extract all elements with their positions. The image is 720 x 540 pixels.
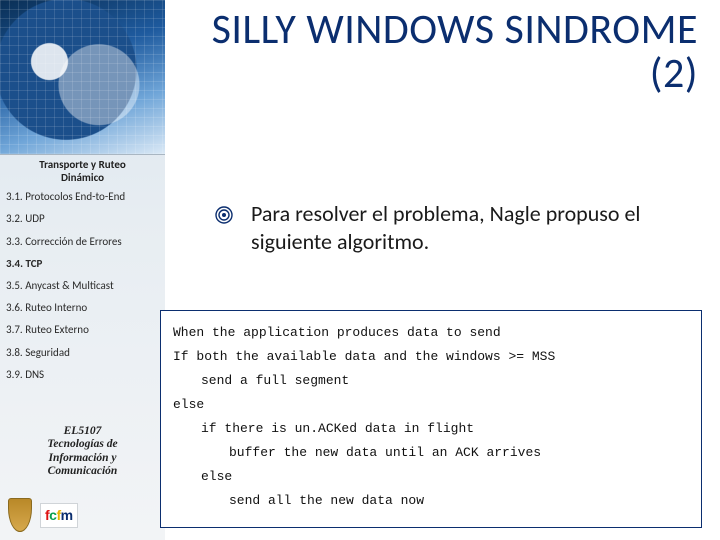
sidebar-item-3-9: 3.9. DNS [6, 368, 159, 381]
sidebar-header: Transporte y Ruteo Dinámico [6, 159, 159, 184]
algorithm-box: When the application produces data to se… [160, 310, 702, 528]
sidebar-item-3-1: 3.1. Protocolos End-to-End [6, 190, 159, 203]
code-line: send a full segment [173, 369, 689, 393]
sidebar-item-3-7: 3.7. Ruteo Externo [6, 323, 159, 336]
code-line: else [173, 465, 689, 489]
course-title: EL5107 Tecnologías de Información y Comu… [0, 425, 165, 478]
title-line2: (2) [205, 52, 698, 96]
code-line: else [173, 393, 689, 417]
sidebar-item-3-5: 3.5. Anycast & Multicast [6, 279, 159, 292]
code-line: if there is un.ACKed data in flight [173, 417, 689, 441]
bullet-text: Para resolver el problema, Nagle propuso… [251, 200, 700, 255]
code-line: If both the available data and the windo… [173, 345, 689, 369]
title-line1: SILLY WINDOWS SINDROME [212, 4, 698, 55]
code-line: When the application produces data to se… [173, 321, 689, 345]
sidebar-item-3-8: 3.8. Seguridad [6, 346, 159, 359]
sidebar: Transporte y Ruteo Dinámico 3.1. Protoco… [0, 0, 165, 540]
globe-network-image [0, 0, 165, 155]
slide: Transporte y Ruteo Dinámico 3.1. Protoco… [0, 0, 720, 540]
slide-title: SILLY WINDOWS SINDROME (2) [165, 0, 720, 96]
shield-icon [8, 498, 32, 532]
sidebar-list: Transporte y Ruteo Dinámico 3.1. Protoco… [0, 155, 165, 381]
main-area: SILLY WINDOWS SINDROME (2) Para resolver… [165, 0, 720, 540]
code-line: send all the new data now [173, 489, 689, 513]
sidebar-item-3-4: 3.4. TCP [6, 257, 159, 270]
bullet: Para resolver el problema, Nagle propuso… [215, 200, 700, 255]
target-bullet-icon [215, 206, 233, 224]
sidebar-header-l2: Dinámico [61, 171, 104, 184]
sidebar-header-l1: Transporte y Ruteo [39, 158, 126, 171]
code-line: buffer the new data until an ACK arrives [173, 441, 689, 465]
sidebar-item-3-6: 3.6. Ruteo Interno [6, 301, 159, 314]
sidebar-logos: fcfm [8, 498, 78, 532]
sidebar-item-3-3: 3.3. Corrección de Errores [6, 235, 159, 248]
fcfm-logo: fcfm [40, 503, 78, 528]
sidebar-item-3-2: 3.2. UDP [6, 212, 159, 225]
